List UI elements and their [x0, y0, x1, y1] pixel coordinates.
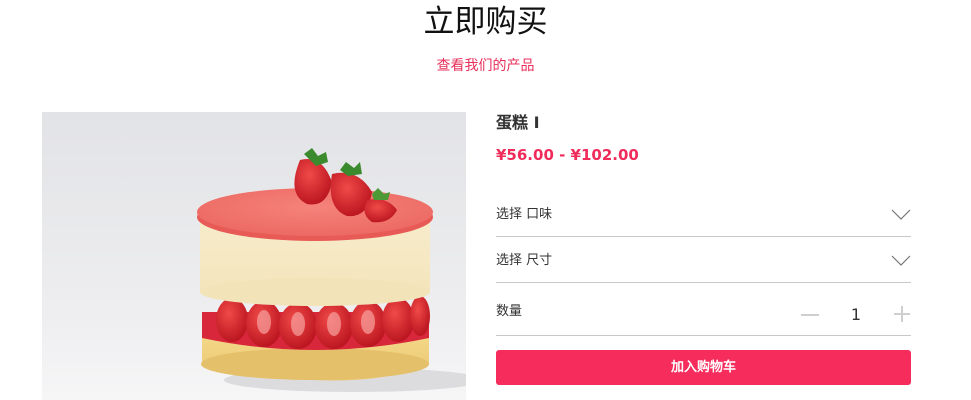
minus-icon[interactable]	[799, 306, 821, 324]
product-price: ¥56.00 - ¥102.00	[496, 146, 639, 164]
page-title: 立即购买	[423, 4, 548, 40]
add-to-cart-button[interactable]: 加入购物车	[496, 350, 911, 385]
chevron-down-icon	[891, 209, 911, 220]
chevron-down-icon	[891, 255, 911, 266]
size-select[interactable]: 选择 尺寸	[496, 243, 911, 283]
product-image	[42, 112, 466, 400]
flavor-select[interactable]: 选择 口味	[496, 197, 911, 237]
cake-illustration	[42, 112, 466, 400]
quantity-input[interactable]	[842, 305, 870, 325]
view-products-link[interactable]: 查看我们的产品	[0, 57, 971, 75]
flavor-select-label: 选择 口味	[496, 207, 553, 222]
quantity-stepper: 数量	[496, 292, 911, 336]
plus-icon[interactable]	[892, 304, 912, 324]
quantity-label: 数量	[496, 304, 523, 319]
product-name: 蛋糕 I	[496, 113, 540, 132]
size-select-label: 选择 尺寸	[496, 253, 553, 268]
